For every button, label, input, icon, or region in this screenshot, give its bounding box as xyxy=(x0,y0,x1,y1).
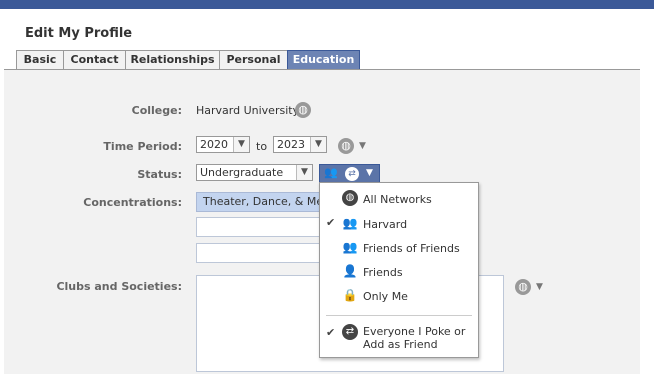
menu-item-poke-or-add[interactable]: ✔ ⇄ Everyone I Poke or Add as Friend xyxy=(320,322,478,352)
menu-item-label: Everyone I Poke or xyxy=(363,325,466,338)
end-year-value: 2023 xyxy=(277,138,305,151)
chevron-down-icon: ▼ xyxy=(310,137,326,152)
menu-divider xyxy=(326,315,472,316)
menu-item-friends[interactable]: 👤 Friends xyxy=(320,262,478,282)
concentrations-label: Concentrations: xyxy=(83,196,182,209)
menu-item-only-me[interactable]: 🔒 Only Me xyxy=(320,286,478,306)
privacy-menu: ◍ All Networks ✔ 👥 Harvard 👥 Friends of … xyxy=(319,182,479,358)
end-year-select[interactable]: 2023 ▼ xyxy=(273,136,327,153)
globe-icon[interactable]: ◍ xyxy=(295,102,311,118)
privacy-button[interactable]: 👥 ⇄ ▼ xyxy=(319,164,380,183)
top-bar xyxy=(0,0,654,9)
checkmark-icon: ✔ xyxy=(326,326,336,339)
time-to-label: to xyxy=(256,140,268,153)
menu-item-friends-of-friends[interactable]: 👥 Friends of Friends xyxy=(320,238,478,258)
dialog-title: Edit My Profile xyxy=(25,26,133,41)
menu-item-label: Only Me xyxy=(363,290,408,303)
chevron-down-icon: ▼ xyxy=(233,137,249,152)
globe-icon[interactable]: ◍ xyxy=(338,138,354,154)
concentration-input-2[interactable] xyxy=(196,217,320,237)
concentration-input-1[interactable]: Theater, Dance, & Media xyxy=(196,192,320,212)
status-select[interactable]: Undergraduate ▼ xyxy=(196,164,313,181)
people-pair-icon: 👥 xyxy=(342,240,358,254)
swap-icon: ⇄ xyxy=(345,167,359,181)
status-value: Undergraduate xyxy=(200,166,284,179)
caret-down-icon: ▼ xyxy=(366,168,373,178)
clubs-label: Clubs and Societies: xyxy=(56,280,182,293)
time-period-label: Time Period: xyxy=(103,140,182,153)
college-label: College: xyxy=(131,104,182,117)
tab-education[interactable]: Education xyxy=(287,50,360,69)
menu-item-harvard[interactable]: ✔ 👥 Harvard xyxy=(320,214,478,234)
chevron-down-icon: ▼ xyxy=(296,165,312,180)
people-group-icon: 👥 xyxy=(324,166,338,179)
globe-icon: ◍ xyxy=(342,190,358,206)
menu-item-all-networks[interactable]: ◍ All Networks xyxy=(320,189,478,209)
status-label: Status: xyxy=(137,168,182,181)
tab-personal[interactable]: Personal xyxy=(219,50,288,69)
globe-icon[interactable]: ◍ xyxy=(515,279,531,295)
start-year-value: 2020 xyxy=(200,138,228,151)
college-value: Harvard University xyxy=(196,104,300,117)
people-group-icon: 👥 xyxy=(342,216,358,230)
menu-item-label-line2: Add as Friend xyxy=(363,338,438,351)
checkmark-icon: ✔ xyxy=(326,216,336,229)
menu-item-label: Harvard xyxy=(363,218,408,231)
concentration-input-3[interactable] xyxy=(196,243,320,263)
swap-icon: ⇄ xyxy=(342,324,358,340)
start-year-select[interactable]: 2020 ▼ xyxy=(196,136,250,153)
tab-basic[interactable]: Basic xyxy=(16,50,64,69)
menu-item-label: Friends xyxy=(363,266,403,279)
caret-down-icon[interactable]: ▼ xyxy=(359,141,366,151)
tab-relationships[interactable]: Relationships xyxy=(125,50,220,69)
person-icon: 👤 xyxy=(342,264,358,278)
menu-item-label: All Networks xyxy=(363,193,432,206)
lock-icon: 🔒 xyxy=(342,288,358,302)
tab-contact[interactable]: Contact xyxy=(63,50,126,69)
caret-down-icon[interactable]: ▼ xyxy=(536,282,543,292)
menu-item-label: Friends of Friends xyxy=(363,242,460,255)
